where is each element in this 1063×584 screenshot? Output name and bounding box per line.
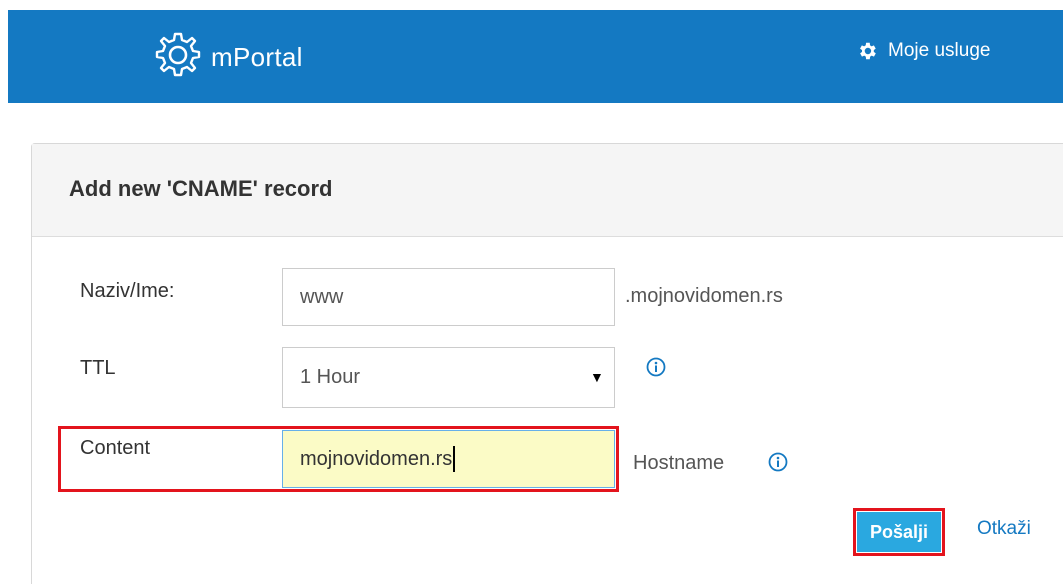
gear-circle-logo-icon bbox=[155, 32, 201, 77]
panel-title: Add new 'CNAME' record bbox=[69, 176, 333, 201]
panel-header: Add new 'CNAME' record bbox=[32, 144, 1063, 237]
name-label: Naziv/Ime: bbox=[80, 280, 175, 302]
my-services-label: Moje usluge bbox=[888, 40, 991, 61]
content-row-highlight bbox=[58, 426, 619, 492]
name-input-value: www bbox=[300, 285, 344, 308]
my-services-link[interactable]: Moje usluge bbox=[856, 40, 990, 62]
info-icon[interactable] bbox=[646, 357, 666, 377]
name-input[interactable]: www bbox=[282, 268, 615, 326]
ttl-label: TTL bbox=[80, 357, 116, 379]
gear-icon bbox=[860, 42, 876, 60]
hostname-hint: Hostname bbox=[633, 452, 725, 474]
dropdown-caret-icon: ▼ bbox=[590, 369, 604, 385]
ttl-select[interactable]: 1 Hour bbox=[282, 347, 615, 408]
domain-suffix: .mojnovidomen.rs bbox=[625, 285, 783, 307]
top-navigation-bar: mPortal Moje usluge bbox=[8, 10, 1063, 103]
brand-logo[interactable]: mPortal bbox=[149, 30, 303, 84]
ttl-selected-value: 1 Hour bbox=[300, 366, 361, 388]
info-icon[interactable] bbox=[768, 452, 788, 472]
brand-name: mPortal bbox=[211, 41, 303, 72]
send-button-highlight bbox=[853, 508, 945, 556]
cancel-link[interactable]: Otkaži bbox=[977, 518, 1031, 540]
